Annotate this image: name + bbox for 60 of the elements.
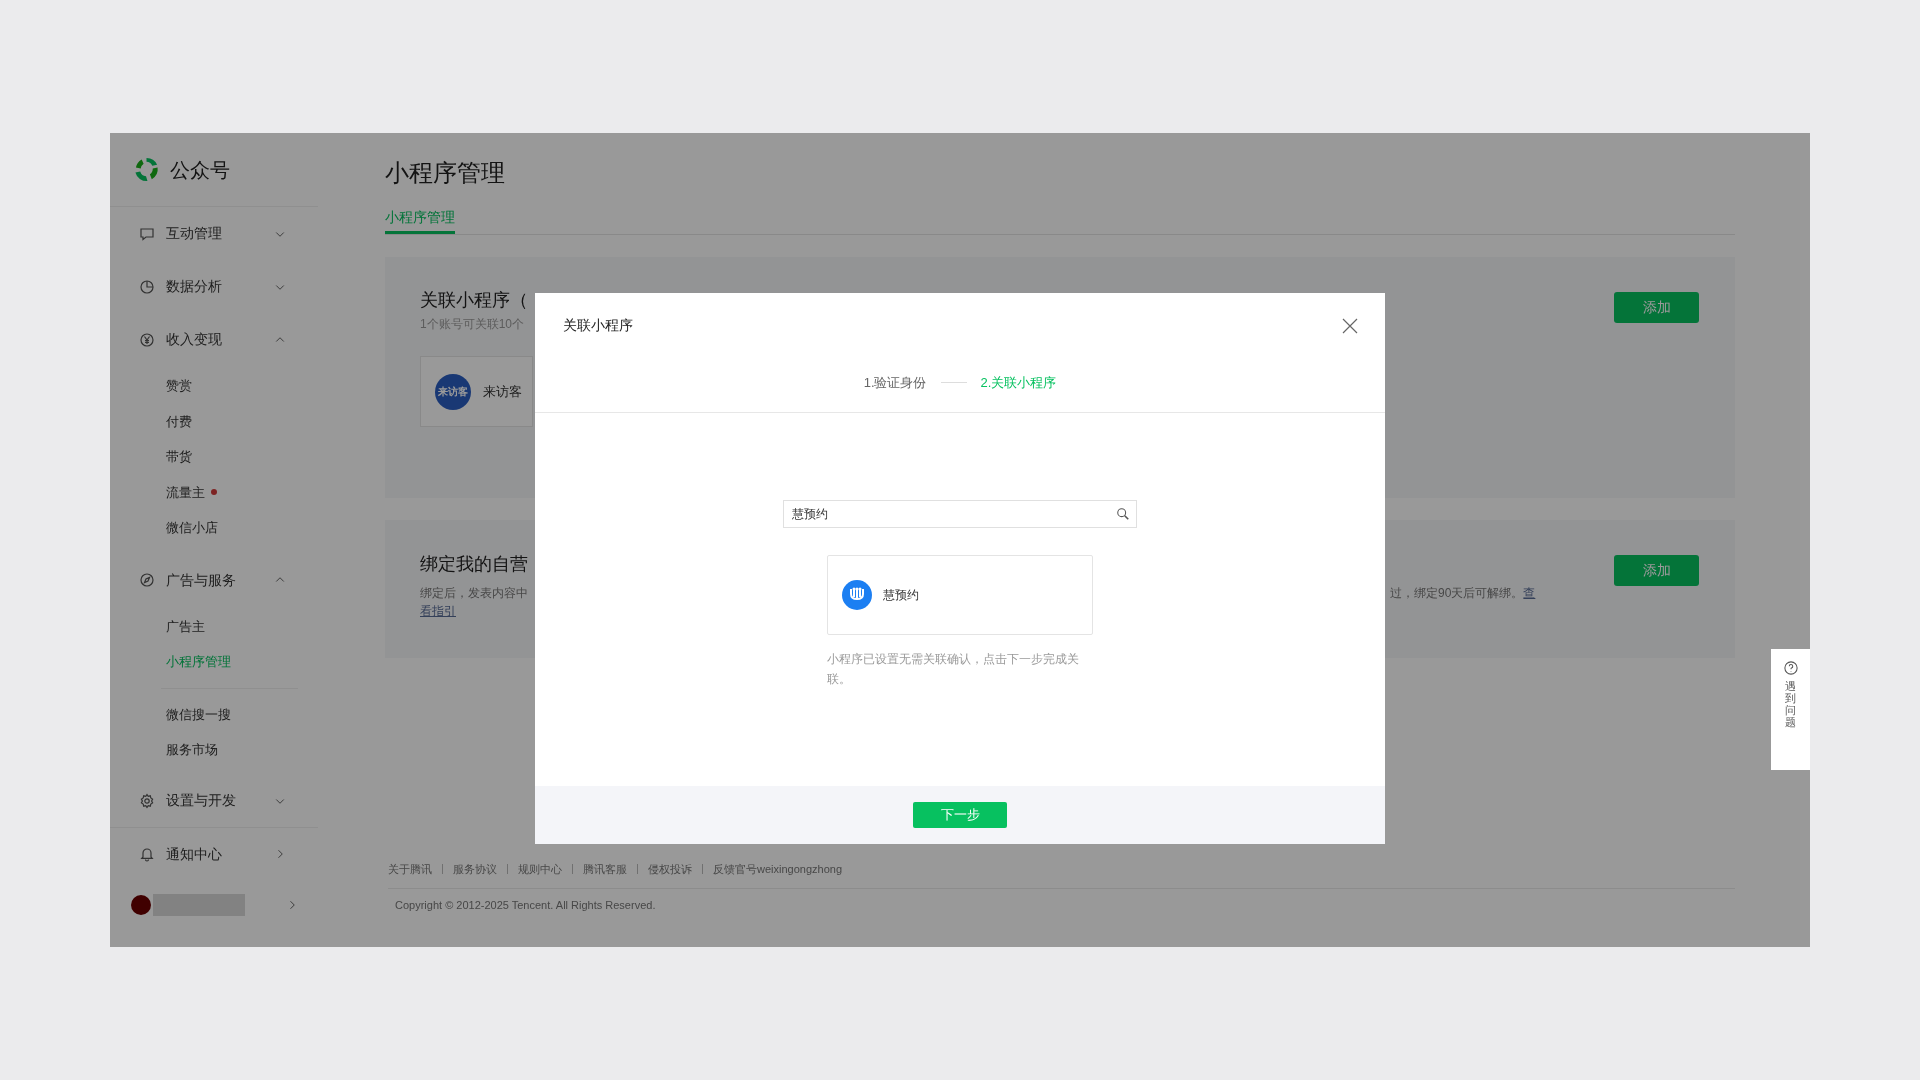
avatar: [131, 894, 151, 915]
dialog-title: 关联小程序: [563, 316, 633, 335]
nav-group[interactable]: 互动管理: [110, 207, 318, 260]
nav-subitem[interactable]: 微信小店: [110, 510, 318, 546]
nav-group[interactable]: 收入变现: [110, 313, 318, 366]
search-result-card[interactable]: 慧预约: [827, 555, 1093, 635]
bell-icon: [139, 846, 155, 862]
footer-link[interactable]: 服务协议: [453, 861, 497, 878]
pie-chart-icon: [139, 278, 155, 295]
help-panel[interactable]: 遇到问题: [1771, 649, 1810, 770]
description-text: 过，绑定90天后可解绑。: [1390, 586, 1524, 600]
help-label: 遇到问题: [1785, 680, 1796, 729]
nav-label: 互动管理: [166, 224, 223, 243]
copyright-text: Copyright © 2012-2025 Tencent. All Rights Reserved.: [394, 897, 657, 913]
hint-text: 小程序已设置无需关联确认，点击下一步完成关联。: [827, 651, 1080, 688]
guide-link[interactable]: 查: [1523, 586, 1536, 600]
description-text: 绑定后，发表内容中: [420, 585, 528, 602]
section-title: 关联小程序（: [420, 289, 528, 312]
nav-subitem[interactable]: 流量主: [110, 474, 318, 510]
footer-link[interactable]: 规则中心: [518, 861, 562, 878]
nav-group[interactable]: 广告与服务: [110, 553, 318, 607]
footer-link[interactable]: 反馈官号weixingongzhong: [713, 861, 842, 878]
chat-bubble-icon: [139, 225, 155, 242]
section-title: 绑定我的自营: [420, 553, 528, 576]
step-label: 2.关联小程序: [980, 374, 1057, 392]
compass-icon: [139, 572, 155, 588]
app-name: 来访客: [483, 382, 522, 401]
close-icon: [1342, 317, 1358, 334]
nav-label: 收入变现: [166, 330, 223, 349]
nav-label: 设置与开发: [166, 791, 237, 810]
app-logo: 来访客: [435, 373, 471, 410]
nav-subitem[interactable]: 服务市场: [110, 732, 318, 768]
nav-label: 通知中心: [166, 844, 223, 864]
result-name: 慧预约: [883, 587, 919, 604]
brand-name: 公众号: [170, 157, 230, 183]
nav-subitem[interactable]: 带货: [110, 439, 318, 475]
nav-subitem[interactable]: 付费: [110, 403, 318, 439]
search-icon: [1116, 507, 1130, 521]
app-logo-icon: [842, 580, 872, 610]
yen-circle-icon: [139, 331, 155, 348]
nav-label: 广告与服务: [166, 570, 237, 590]
gear-icon: [139, 792, 155, 809]
app-card[interactable]: 来访客 来访客: [420, 356, 533, 427]
question-icon: [1783, 661, 1798, 675]
search-field[interactable]: 慧预约: [783, 500, 1137, 528]
footer-link[interactable]: 腾讯客服: [583, 861, 627, 878]
guide-link[interactable]: 看指引: [420, 602, 456, 620]
logo-icon: [133, 156, 160, 183]
nav-group[interactable]: 数据分析: [110, 260, 318, 313]
nav-label: 数据分析: [166, 277, 223, 296]
nav-subitem[interactable]: 广告主: [110, 608, 318, 644]
step-label: 1.验证身份: [863, 374, 927, 392]
nav-subitem[interactable]: 赞赏: [110, 368, 318, 404]
nav-group[interactable]: 设置与开发: [110, 774, 318, 828]
nav-subitem[interactable]: 微信搜一搜: [110, 696, 318, 732]
page-title: 小程序管理: [385, 158, 506, 188]
notification-dot: [211, 489, 217, 496]
footer-link[interactable]: 关于腾讯: [388, 861, 432, 878]
footer-link[interactable]: 侵权投诉: [648, 861, 692, 878]
nav-link[interactable]: 通知中心: [110, 827, 318, 881]
